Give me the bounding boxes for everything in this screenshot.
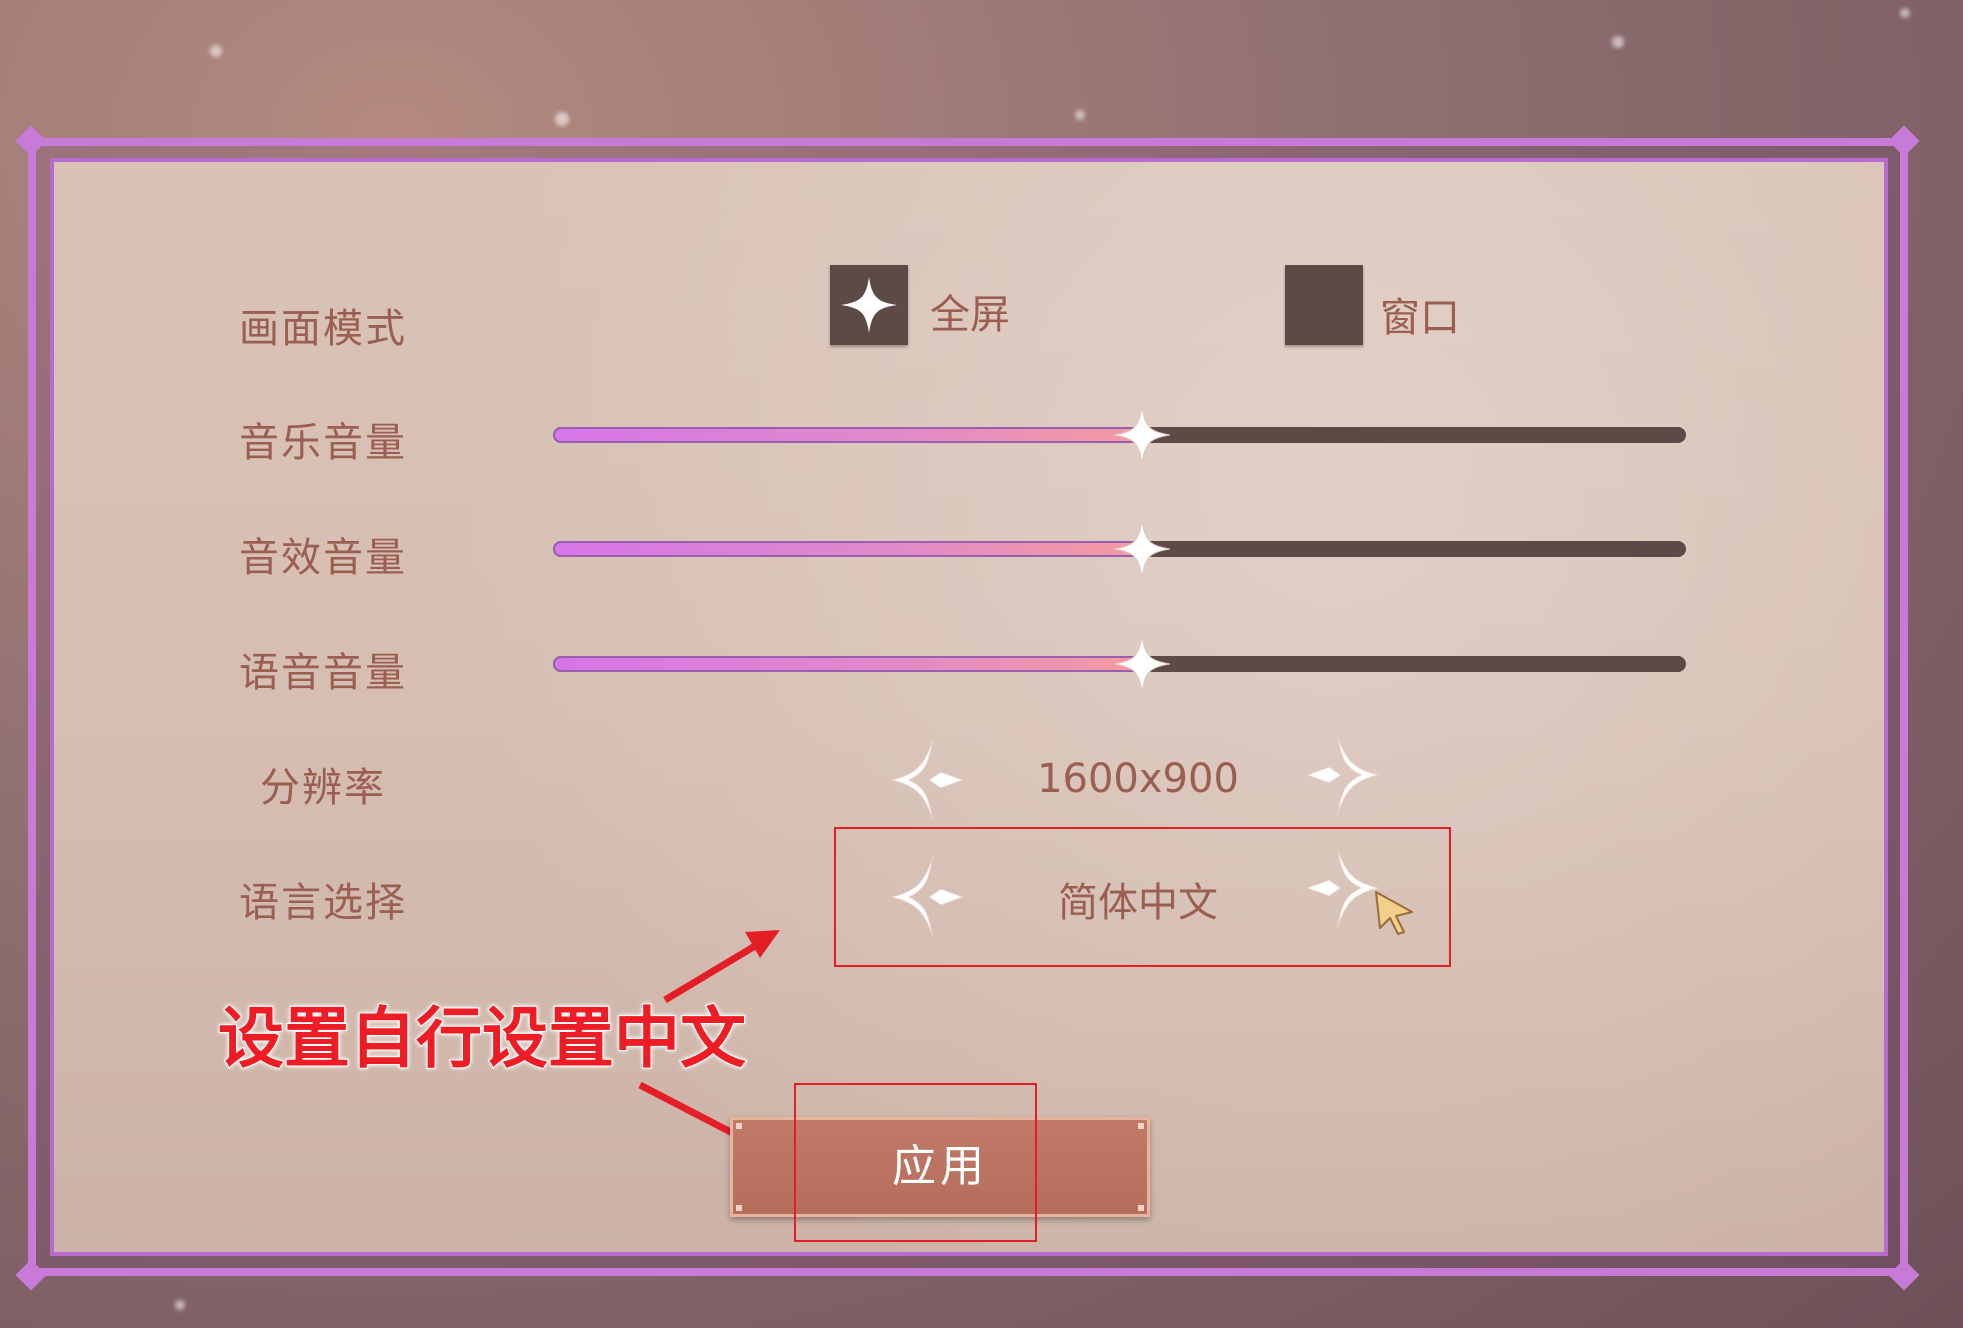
voice-volume-knob[interactable]	[1112, 634, 1172, 694]
diamond-check-icon	[841, 277, 897, 333]
music-volume-label: 音乐音量	[239, 420, 407, 466]
resolution-next-arrow-icon[interactable]	[1305, 730, 1385, 820]
background-sparkle	[1075, 110, 1085, 120]
fullscreen-checkbox[interactable]	[830, 265, 908, 345]
fullscreen-option-label[interactable]: 全屏	[930, 282, 1010, 340]
resolution-prev-arrow-icon[interactable]	[885, 735, 965, 825]
button-corner-dot	[1138, 1205, 1144, 1211]
music-volume-slider[interactable]	[553, 406, 1686, 464]
background-sparkle	[555, 112, 569, 126]
music-volume-fill	[553, 427, 1143, 443]
sfx-volume-label: 音效音量	[239, 535, 407, 581]
windowed-option-label[interactable]: 窗口	[1380, 285, 1460, 343]
background-sparkle	[175, 1300, 185, 1310]
windowed-checkbox[interactable]	[1285, 265, 1363, 345]
sfx-volume-fill	[553, 541, 1143, 557]
voice-volume-label: 语音音量	[239, 650, 407, 696]
background-sparkle	[1612, 36, 1624, 48]
language-label: 语言选择	[239, 880, 407, 926]
button-corner-dot	[1138, 1123, 1144, 1129]
display-mode-label: 画面模式	[239, 306, 407, 352]
button-corner-dot	[736, 1123, 742, 1129]
sfx-volume-slider[interactable]	[553, 520, 1686, 578]
sfx-volume-knob[interactable]	[1112, 519, 1172, 579]
button-corner-dot	[736, 1205, 742, 1211]
resolution-value: 1600x900	[1037, 756, 1239, 802]
voice-volume-slider[interactable]	[553, 635, 1686, 693]
background-sparkle	[1900, 8, 1910, 18]
background-sparkle	[210, 45, 222, 57]
resolution-label: 分辨率	[260, 765, 386, 811]
annotation-text: 设置自行设置中文	[217, 999, 747, 1078]
language-highlight-box	[834, 827, 1451, 967]
apply-highlight-box	[794, 1083, 1037, 1242]
music-volume-knob[interactable]	[1112, 405, 1172, 465]
voice-volume-fill	[553, 656, 1143, 672]
